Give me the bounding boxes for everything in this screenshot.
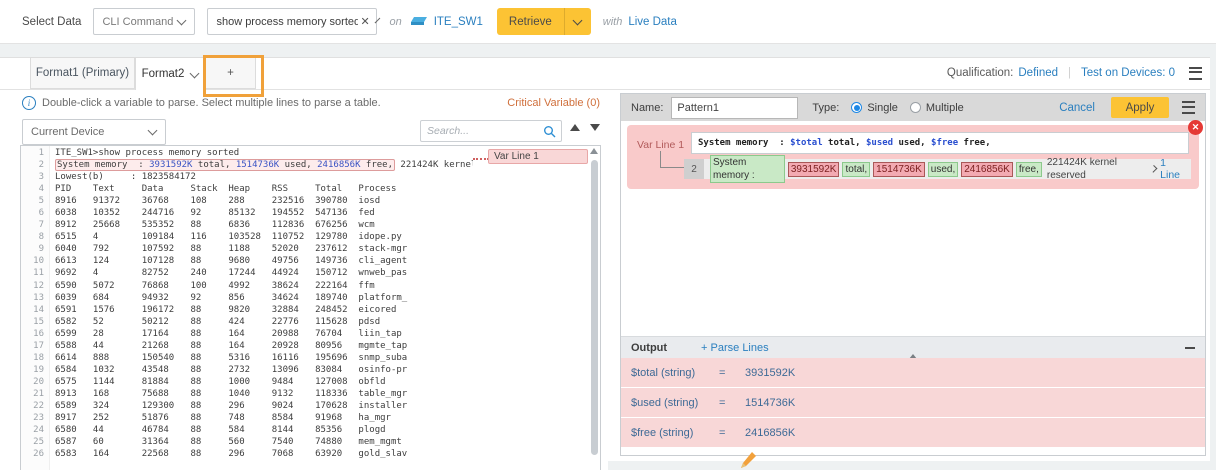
- page-background-bottom: [608, 461, 1216, 470]
- match-chip: System memory :: [710, 155, 785, 183]
- apply-button[interactable]: Apply: [1111, 97, 1169, 118]
- connector-line: [660, 151, 685, 168]
- var-gutter: [473, 147, 593, 470]
- top-toolbar: Select Data CLI Command ✕ on ITE_SW1 Ret…: [0, 0, 1216, 44]
- critical-variable-link[interactable]: Critical Variable (0): [460, 97, 600, 109]
- radio-multiple[interactable]: [910, 102, 921, 113]
- chevron-down-icon: [190, 68, 200, 78]
- parse-lines-link[interactable]: + Parse Lines: [701, 342, 769, 354]
- pattern-input[interactable]: System memory : $total total, $used used…: [691, 132, 1189, 154]
- search-icon: [543, 125, 556, 138]
- qualification-row: Qualification: Defined | Test on Devices…: [900, 57, 1202, 89]
- search-box: [420, 120, 562, 142]
- close-icon[interactable]: ✕: [1188, 120, 1203, 135]
- line-number-badge: 2: [684, 159, 704, 179]
- cursor-artifact: [740, 451, 757, 469]
- command-combo[interactable]: ✕: [207, 8, 377, 35]
- tab-add[interactable]: +: [205, 57, 256, 89]
- hint-row: i Double-click a variable to parse. Sele…: [22, 95, 381, 111]
- chevron-right-icon: [1149, 165, 1157, 173]
- name-label: Name:: [631, 102, 663, 114]
- match-chip: 221424K kernel reserved: [1045, 156, 1148, 182]
- test-on-devices-link[interactable]: Test on Devices: 0: [1081, 67, 1175, 79]
- live-data-link[interactable]: Live Data: [628, 16, 677, 28]
- retrieve-menu-button[interactable]: [565, 20, 591, 24]
- prev-match-button[interactable]: [570, 124, 580, 131]
- tab-format2[interactable]: Format2: [135, 57, 205, 90]
- chevron-down-icon: [148, 126, 158, 136]
- command-input[interactable]: [208, 15, 360, 29]
- menu-icon[interactable]: [1182, 101, 1195, 114]
- line-numbers: 1 2 3 4 5 6 7 8 9 10 11 12 13 14 15 16 1…: [21, 146, 49, 460]
- match-chip: used,: [928, 162, 958, 177]
- output-row: $used (string)=1514736K: [621, 388, 1205, 417]
- scroll-up-icon[interactable]: [590, 148, 598, 154]
- collapse-icon[interactable]: [909, 342, 917, 354]
- match-chip: 1514736K: [873, 162, 925, 177]
- var-line-tag[interactable]: Var Line 1: [488, 149, 588, 164]
- on-label: on: [389, 16, 401, 28]
- menu-icon[interactable]: [1189, 67, 1202, 80]
- cancel-button[interactable]: Cancel: [1059, 102, 1095, 114]
- match-chip: total,: [842, 162, 870, 177]
- var-line-label: Var Line 1: [637, 139, 684, 151]
- pattern-panel: Name: Type: Single Multiple Cancel Apply…: [620, 93, 1206, 456]
- qualification-label: Qualification:: [947, 67, 1013, 79]
- data-type-select[interactable]: CLI Command: [93, 8, 195, 35]
- search-input[interactable]: [421, 124, 543, 138]
- type-label: Type:: [812, 102, 839, 114]
- current-device-select[interactable]: Current Device: [22, 119, 166, 145]
- match-chips: System memory :3931592Ktotal,1514736Kuse…: [704, 159, 1191, 179]
- highlighted-line[interactable]: System memory : 3931592K total, 1514736K…: [55, 159, 395, 171]
- output-title: Output: [631, 342, 667, 354]
- output-row: $free (string)=2416856K: [621, 418, 1205, 447]
- scrollbar[interactable]: [590, 148, 598, 468]
- var-line-editor: ✕ Var Line 1 System memory : $total tota…: [627, 125, 1199, 189]
- info-icon: i: [22, 96, 36, 110]
- match-chip: 3931592K: [788, 162, 840, 177]
- output-row: $total (string)=3931592K: [621, 358, 1205, 387]
- radio-single[interactable]: [851, 102, 862, 113]
- device-name-link[interactable]: ITE_SW1: [434, 16, 483, 28]
- code-panel: 1 2 3 4 5 6 7 8 9 10 11 12 13 14 15 16 1…: [20, 145, 601, 470]
- clear-icon[interactable]: ✕: [360, 15, 369, 28]
- minimize-icon[interactable]: [1185, 347, 1195, 349]
- pattern-name-input[interactable]: [671, 97, 798, 119]
- hint-text: Double-click a variable to parse. Select…: [42, 97, 381, 109]
- match-chip: 2416856K: [961, 162, 1013, 177]
- matched-line-row: 2 System memory :3931592Ktotal,1514736Ku…: [684, 159, 1191, 179]
- qualification-value-link[interactable]: Defined: [1018, 67, 1058, 79]
- chevron-down-icon: [177, 15, 187, 25]
- page-background-band: [0, 44, 1216, 57]
- chevron-down-icon[interactable]: [374, 17, 380, 23]
- output-rows: $total (string)=3931592K$used (string)=1…: [621, 358, 1205, 448]
- var-line-connector: [473, 158, 489, 162]
- scrollbar-thumb[interactable]: [591, 160, 598, 455]
- code-content: ITE_SW1>show process memory sorted Syste…: [55, 146, 475, 460]
- page-background-right: [1210, 44, 1216, 470]
- match-chip: free,: [1016, 162, 1042, 177]
- expand-line-link[interactable]: 1 Line: [1151, 157, 1185, 181]
- select-data-label: Select Data: [22, 16, 81, 28]
- pattern-header-bar: Name: Type: Single Multiple Cancel Apply: [621, 94, 1205, 121]
- device-icon: [410, 15, 429, 28]
- retrieve-button[interactable]: Retrieve: [497, 8, 591, 35]
- output-header: Output + Parse Lines: [621, 336, 1205, 358]
- data-type-value: CLI Command: [94, 16, 178, 28]
- tab-format1[interactable]: Format1 (Primary): [30, 57, 135, 89]
- next-match-button[interactable]: [590, 124, 600, 131]
- with-label: with: [603, 16, 623, 28]
